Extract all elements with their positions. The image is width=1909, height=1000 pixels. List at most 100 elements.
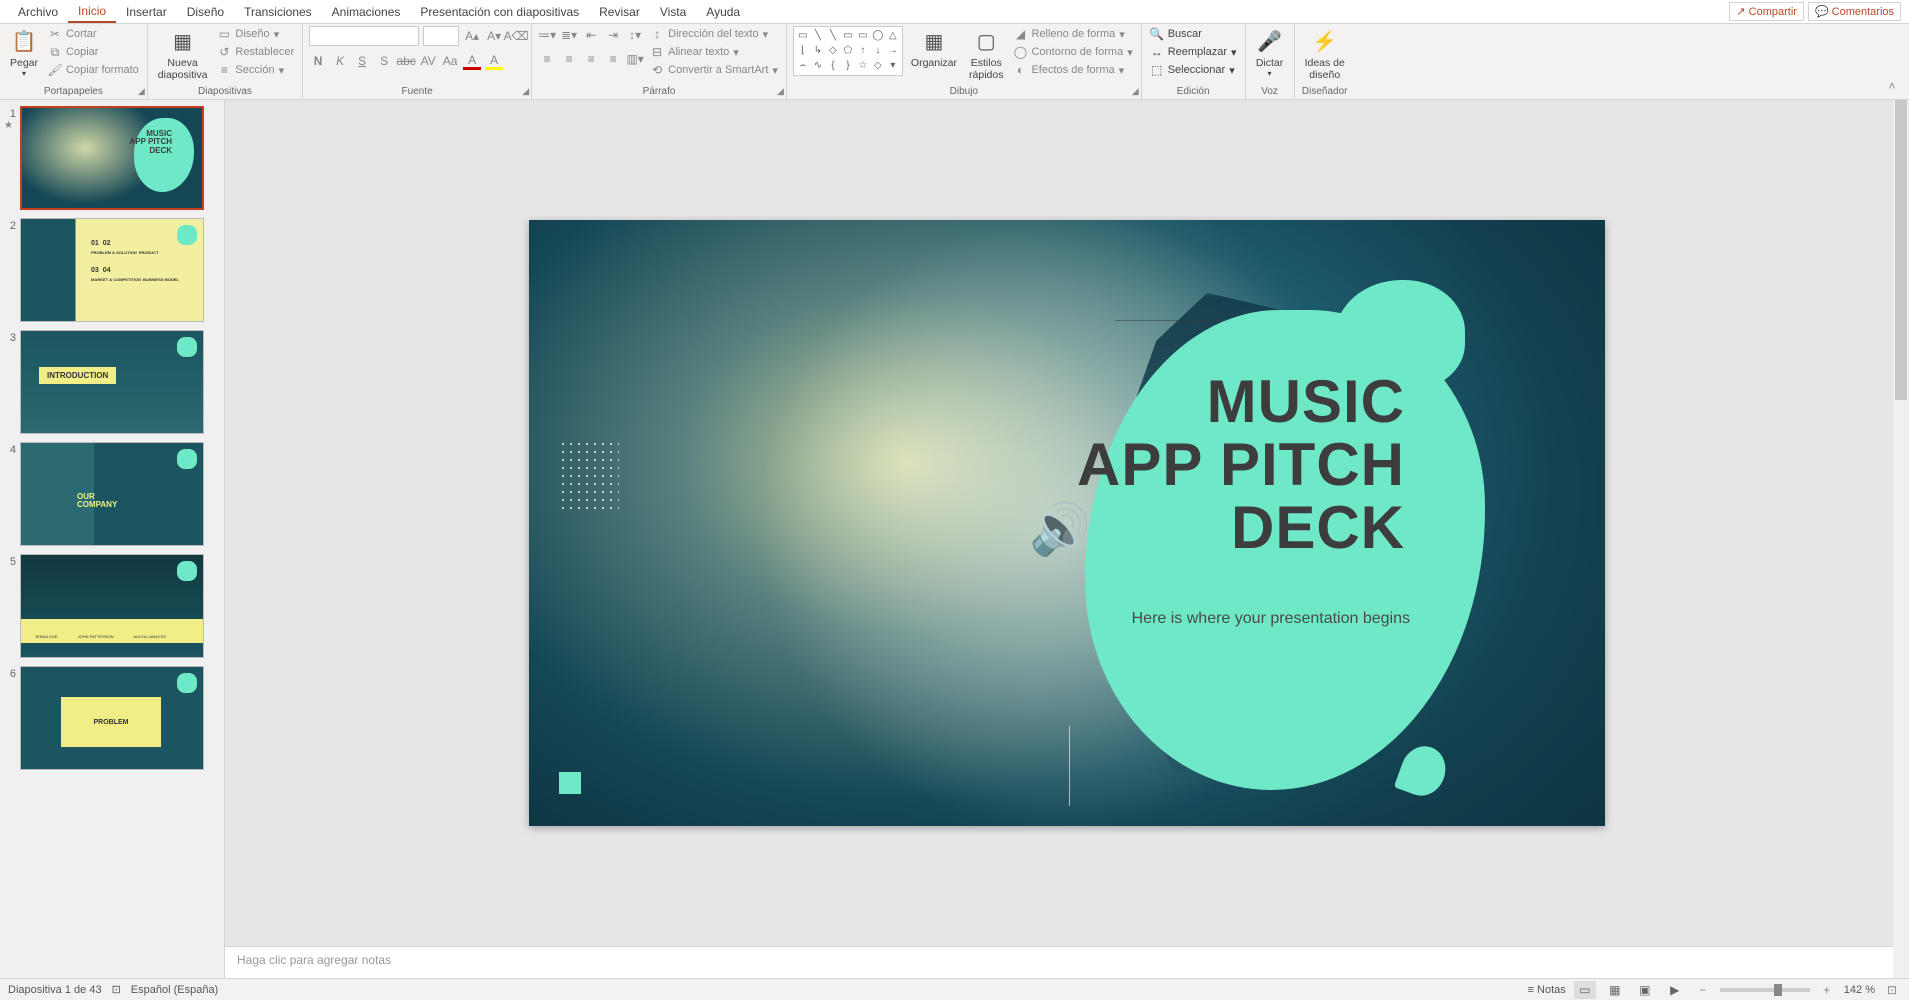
clear-format-icon[interactable]: A⌫: [507, 27, 525, 45]
shape-effects-button[interactable]: ◐Efectos de forma ▾: [1011, 62, 1134, 78]
shape-icon[interactable]: ↓: [871, 44, 885, 58]
tab-animaciones[interactable]: Animaciones: [322, 2, 411, 22]
slide-canvas-area[interactable]: MUSICAPP PITCHDECK Here is where your pr…: [225, 100, 1909, 946]
new-slide-button[interactable]: ▦ Nueva diapositiva: [154, 26, 212, 83]
sorter-view-button[interactable]: ▦: [1604, 981, 1626, 999]
slide-title[interactable]: MUSICAPP PITCHDECK: [1077, 370, 1405, 559]
zoom-slider-thumb[interactable]: [1774, 984, 1782, 996]
slide-subtitle[interactable]: Here is where your presentation begins: [1132, 610, 1410, 628]
align-left-button[interactable]: ≡: [538, 50, 556, 68]
tab-diseno[interactable]: Diseño: [177, 2, 234, 22]
slide-thumbnail-1[interactable]: MUSICAPP PITCHDECK: [20, 106, 204, 210]
shape-icon[interactable]: ☆: [856, 59, 870, 73]
shape-icon[interactable]: ╲: [826, 29, 840, 43]
shape-icon[interactable]: }: [841, 59, 855, 73]
arrange-button[interactable]: ▦Organizar: [907, 26, 961, 72]
strike-button[interactable]: abc: [397, 52, 415, 70]
zoom-slider[interactable]: [1720, 988, 1810, 992]
underline-button[interactable]: S: [353, 52, 371, 70]
zoom-out-button[interactable]: −: [1694, 981, 1712, 999]
shape-icon[interactable]: ◇: [871, 59, 885, 73]
launcher-icon[interactable]: ◢: [1132, 86, 1139, 97]
shape-icon[interactable]: △: [886, 29, 900, 43]
comments-button[interactable]: 💬Comentarios: [1808, 2, 1901, 21]
align-right-button[interactable]: ≡: [582, 50, 600, 68]
paste-button[interactable]: 📋 Pegar▾: [6, 26, 42, 80]
align-justify-button[interactable]: ≡: [604, 50, 622, 68]
cut-button[interactable]: ✂Cortar: [46, 26, 141, 42]
shape-icon[interactable]: ∿: [811, 59, 825, 73]
shape-icon[interactable]: ◇: [826, 44, 840, 58]
shape-icon[interactable]: ╲: [811, 29, 825, 43]
language-indicator[interactable]: Español (España): [131, 984, 218, 996]
shadow-button[interactable]: S: [375, 52, 393, 70]
reading-view-button[interactable]: ▣: [1634, 981, 1656, 999]
vertical-scrollbar[interactable]: [1893, 100, 1909, 978]
layout-button[interactable]: ▭Diseño ▾: [215, 26, 296, 42]
select-button[interactable]: ⬚Seleccionar ▾: [1148, 62, 1239, 78]
dictate-button[interactable]: 🎤Dictar▾: [1252, 26, 1288, 80]
zoom-in-button[interactable]: +: [1818, 981, 1836, 999]
design-ideas-button[interactable]: ⚡Ideas de diseño: [1301, 26, 1349, 83]
zoom-level[interactable]: 142 %: [1844, 984, 1875, 996]
bold-button[interactable]: N: [309, 52, 327, 70]
highlight-button[interactable]: A: [485, 52, 503, 70]
launcher-icon[interactable]: ◢: [522, 86, 529, 97]
shape-icon[interactable]: ▭: [841, 29, 855, 43]
tab-revisar[interactable]: Revisar: [589, 2, 650, 22]
bullets-button[interactable]: ≔▾: [538, 26, 556, 44]
tab-inicio[interactable]: Inicio: [68, 1, 116, 23]
font-color-button[interactable]: A: [463, 52, 481, 70]
collapse-ribbon-button[interactable]: ˄: [1883, 77, 1901, 95]
shape-icon[interactable]: ⌊: [796, 44, 810, 58]
columns-button[interactable]: ▥▾: [626, 50, 644, 68]
normal-view-button[interactable]: ▭: [1574, 981, 1596, 999]
reset-button[interactable]: ↺Restablecer: [215, 44, 296, 60]
slide-canvas[interactable]: MUSICAPP PITCHDECK Here is where your pr…: [529, 220, 1605, 826]
tab-transiciones[interactable]: Transiciones: [234, 2, 322, 22]
slide-thumbnail-2[interactable]: 01 02PROBLEM & SOLUTION PRODUCT03 04MARK…: [20, 218, 204, 322]
share-button[interactable]: ↗Compartir: [1729, 2, 1804, 21]
notes-pane[interactable]: Haga clic para agregar notas: [225, 946, 1909, 978]
indent-dec-button[interactable]: ⇤: [582, 26, 600, 44]
shape-icon[interactable]: ⬠: [841, 44, 855, 58]
tab-ayuda[interactable]: Ayuda: [696, 2, 750, 22]
shape-fill-button[interactable]: ◢Relleno de forma ▾: [1011, 26, 1134, 42]
align-center-button[interactable]: ≡: [560, 50, 578, 68]
tab-archivo[interactable]: Archivo: [8, 2, 68, 22]
quick-styles-button[interactable]: ▢Estilos rápidos: [965, 26, 1007, 83]
font-size-combo[interactable]: [423, 26, 459, 46]
launcher-icon[interactable]: ◢: [138, 86, 145, 97]
tab-presentacion[interactable]: Presentación con diapositivas: [410, 2, 589, 22]
slide-thumbnail-3[interactable]: INTRODUCTION: [20, 330, 204, 434]
line-spacing-button[interactable]: ↕▾: [626, 26, 644, 44]
case-button[interactable]: Aa: [441, 52, 459, 70]
slide-thumbnail-5[interactable]: JENNA DOEJOHN PATTERSONALEXA LAWLESS: [20, 554, 204, 658]
shape-icon[interactable]: ↑: [856, 44, 870, 58]
shape-icon[interactable]: ▭: [856, 29, 870, 43]
tab-vista[interactable]: Vista: [650, 2, 696, 22]
notes-toggle[interactable]: ≡ Notas: [1528, 984, 1566, 996]
font-family-combo[interactable]: [309, 26, 419, 46]
shape-gallery[interactable]: ▭╲╲▭▭◯△ ⌊↳◇⬠↑↓→ ⌢∿{}☆◇▾: [793, 26, 903, 76]
smartart-button[interactable]: ⟲Convertir a SmartArt ▾: [648, 62, 780, 78]
shape-icon[interactable]: ⌢: [796, 59, 810, 73]
slideshow-view-button[interactable]: ▶: [1664, 981, 1686, 999]
shape-icon[interactable]: ◯: [871, 29, 885, 43]
numbering-button[interactable]: ≣▾: [560, 26, 578, 44]
find-button[interactable]: 🔍Buscar: [1148, 26, 1239, 42]
decrease-font-icon[interactable]: A▾: [485, 27, 503, 45]
scrollbar-thumb[interactable]: [1895, 100, 1907, 400]
shape-icon[interactable]: ↳: [811, 44, 825, 58]
char-spacing-button[interactable]: AV: [419, 52, 437, 70]
shape-icon[interactable]: ▭: [796, 29, 810, 43]
slide-thumbnail-6[interactable]: PROBLEM: [20, 666, 204, 770]
text-direction-button[interactable]: ↕Dirección del texto ▾: [648, 26, 780, 42]
slide-thumbnail-4[interactable]: OURCOMPANY: [20, 442, 204, 546]
tab-insertar[interactable]: Insertar: [116, 2, 177, 22]
format-painter-button[interactable]: 🖌Copiar formato: [46, 62, 141, 78]
align-text-button[interactable]: ⊟Alinear texto ▾: [648, 44, 780, 60]
increase-font-icon[interactable]: A▴: [463, 27, 481, 45]
copy-button[interactable]: ⧉Copiar: [46, 44, 141, 60]
shape-icon[interactable]: ▾: [886, 59, 900, 73]
